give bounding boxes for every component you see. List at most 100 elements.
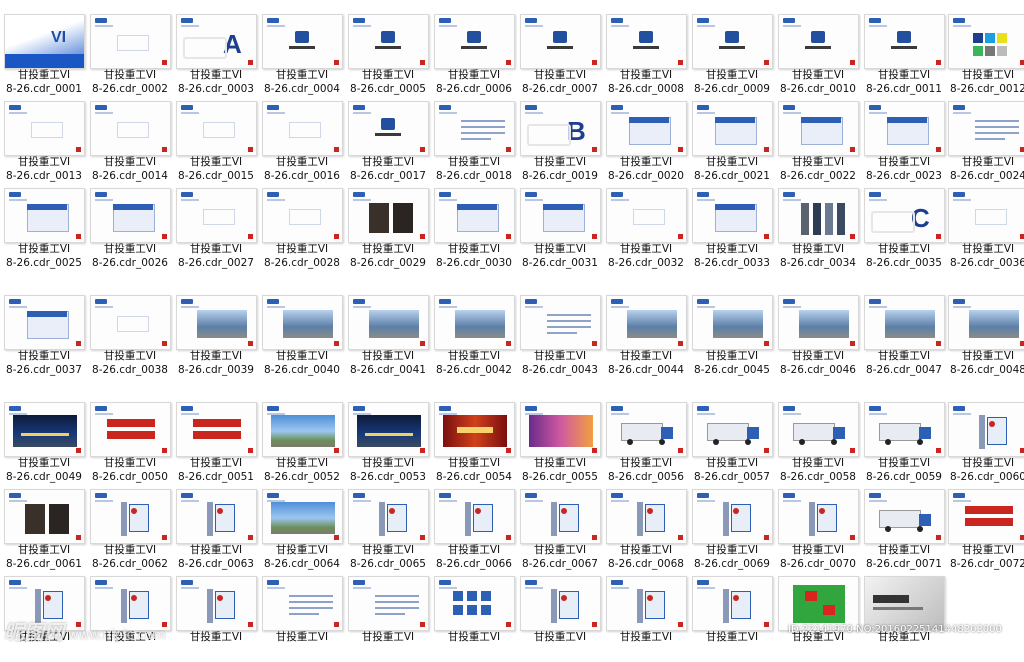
- file-name-line-1[interactable]: 甘投重工VI: [512, 350, 608, 363]
- file-name-line-2[interactable]: 8-26.cdr_0047: [856, 364, 952, 377]
- file-name-line-2[interactable]: 8-26.cdr_0057: [684, 471, 780, 484]
- file-name-line-2[interactable]: 8-26.cdr_0051: [168, 471, 264, 484]
- file-name-line-2[interactable]: 8-26.cdr_0004: [254, 83, 350, 96]
- file-name-line-2[interactable]: 8-26.cdr_0054: [426, 471, 522, 484]
- file-thumbnail-item[interactable]: 甘投重工VI 8-26.cdr_0056: [604, 402, 688, 488]
- file-name-line-2[interactable]: 8-26.cdr_0060: [940, 471, 1024, 484]
- file-thumbnail-image[interactable]: [606, 402, 687, 457]
- file-name-line-1[interactable]: 甘投重工VI: [340, 243, 436, 256]
- file-thumbnail-item[interactable]: 甘投重工VI 8-26.cdr_0015: [174, 101, 258, 187]
- file-thumbnail-item[interactable]: 甘投重工VI 8-26.cdr_0012: [946, 14, 1024, 100]
- file-thumbnail-image[interactable]: [348, 188, 429, 243]
- file-thumbnail-image[interactable]: B: [520, 101, 601, 156]
- file-name-line-1[interactable]: 甘投重工VI: [856, 350, 952, 363]
- file-thumbnail-image[interactable]: [520, 295, 601, 350]
- file-name-line-1[interactable]: 甘投重工VI: [340, 156, 436, 169]
- file-name-line-1[interactable]: 甘投重工VI: [0, 544, 92, 557]
- file-name-line-2[interactable]: 8-26.cdr_0059: [856, 471, 952, 484]
- file-name-line-1[interactable]: 甘投重工VI: [82, 544, 178, 557]
- file-thumbnail-item[interactable]: 甘投重工VI: [690, 576, 774, 662]
- file-name-line-1[interactable]: 甘投重工VI: [856, 457, 952, 470]
- file-thumbnail-item[interactable]: 甘投重工VI 8-26.cdr_0050: [88, 402, 172, 488]
- file-name-line-2[interactable]: 8-26.cdr_0045: [684, 364, 780, 377]
- file-name-line-1[interactable]: 甘投重工VI: [168, 631, 264, 644]
- file-thumbnail-image[interactable]: [434, 188, 515, 243]
- file-thumbnail-image[interactable]: [692, 14, 773, 69]
- file-thumbnail-image[interactable]: [434, 101, 515, 156]
- file-name-line-2[interactable]: 8-26.cdr_0017: [340, 170, 436, 183]
- file-thumbnail-image[interactable]: [606, 188, 687, 243]
- file-name-line-2[interactable]: 8-26.cdr_0007: [512, 83, 608, 96]
- file-thumbnail-item[interactable]: 甘投重工VI: [604, 576, 688, 662]
- file-thumbnail-image[interactable]: [176, 101, 257, 156]
- file-name-line-1[interactable]: 甘投重工VI: [168, 69, 264, 82]
- file-name-line-2[interactable]: 8-26.cdr_0022: [770, 170, 866, 183]
- file-thumbnail-image[interactable]: [606, 101, 687, 156]
- file-thumbnail-image[interactable]: [520, 402, 601, 457]
- file-name-line-1[interactable]: 甘投重工VI: [426, 544, 522, 557]
- file-thumbnail-image[interactable]: [434, 295, 515, 350]
- file-name-line-2[interactable]: 8-26.cdr_0016: [254, 170, 350, 183]
- file-thumbnail-item[interactable]: 甘投重工VI 8-26.cdr_0034: [776, 188, 860, 274]
- file-thumbnail-item[interactable]: 甘投重工VI 8-26.cdr_0033: [690, 188, 774, 274]
- file-thumbnail-image[interactable]: [778, 295, 859, 350]
- file-name-line-2[interactable]: 8-26.cdr_0013: [0, 170, 92, 183]
- file-thumbnail-image[interactable]: [176, 576, 257, 631]
- file-thumbnail-item[interactable]: 甘投重工VI 8-26.cdr_0063: [174, 489, 258, 575]
- file-thumbnail-item[interactable]: 甘投重工VI 8-26.cdr_0030: [432, 188, 516, 274]
- file-name-line-2[interactable]: 8-26.cdr_0019: [512, 170, 608, 183]
- file-name-line-1[interactable]: 甘投重工VI: [340, 544, 436, 557]
- file-thumbnail-item[interactable]: 甘投重工VI 8-26.cdr_0044: [604, 295, 688, 381]
- file-thumbnail-image[interactable]: [262, 402, 343, 457]
- file-name-line-1[interactable]: 甘投重工VI: [512, 631, 608, 644]
- file-thumbnail-image[interactable]: [434, 489, 515, 544]
- file-thumbnail-item[interactable]: 甘投重工VI 8-26.cdr_0007: [518, 14, 602, 100]
- file-name-line-1[interactable]: 甘投重工VI: [512, 243, 608, 256]
- file-thumbnail-image[interactable]: [864, 295, 945, 350]
- file-name-line-2[interactable]: 8-26.cdr_0052: [254, 471, 350, 484]
- file-thumbnail-image[interactable]: [262, 489, 343, 544]
- file-thumbnail-image[interactable]: [176, 402, 257, 457]
- file-thumbnail-image[interactable]: [348, 101, 429, 156]
- file-name-line-1[interactable]: 甘投重工VI: [0, 156, 92, 169]
- file-thumbnail-image[interactable]: [348, 489, 429, 544]
- file-thumbnail-image[interactable]: [262, 188, 343, 243]
- file-name-line-2[interactable]: 8-26.cdr_0072: [940, 558, 1024, 571]
- file-thumbnail-item[interactable]: 甘投重工VI 8-26.cdr_0060: [946, 402, 1024, 488]
- file-name-line-1[interactable]: 甘投重工VI: [684, 69, 780, 82]
- file-name-line-1[interactable]: 甘投重工VI: [168, 457, 264, 470]
- file-name-line-1[interactable]: 甘投重工VI: [168, 350, 264, 363]
- file-thumbnail-item[interactable]: 甘投重工VI 8-26.cdr_0057: [690, 402, 774, 488]
- file-thumbnail-image[interactable]: [692, 188, 773, 243]
- file-thumbnail-item[interactable]: 甘投重工VI 8-26.cdr_0061: [2, 489, 86, 575]
- file-thumbnail-image[interactable]: [176, 188, 257, 243]
- file-thumbnail-item[interactable]: 甘投重工VI 8-26.cdr_0052: [260, 402, 344, 488]
- file-name-line-1[interactable]: 甘投重工VI: [426, 631, 522, 644]
- file-thumbnail-item[interactable]: 甘投重工VI 8-26.cdr_0018: [432, 101, 516, 187]
- file-name-line-2[interactable]: 8-26.cdr_0026: [82, 257, 178, 270]
- file-name-line-1[interactable]: 甘投重工VI: [82, 156, 178, 169]
- file-name-line-2[interactable]: 8-26.cdr_0025: [0, 257, 92, 270]
- file-name-line-2[interactable]: 8-26.cdr_0050: [82, 471, 178, 484]
- file-name-line-2[interactable]: 8-26.cdr_0048: [940, 364, 1024, 377]
- file-name-line-1[interactable]: 甘投重工VI: [254, 243, 350, 256]
- file-name-line-1[interactable]: 甘投重工VI: [684, 457, 780, 470]
- file-thumbnail-item[interactable]: A 甘投重工VI 8-26.cdr_0003: [174, 14, 258, 100]
- file-thumbnail-item[interactable]: 甘投重工VI 8-26.cdr_0036: [946, 188, 1024, 274]
- file-thumbnail-item[interactable]: 甘投重工VI 8-26.cdr_0014: [88, 101, 172, 187]
- file-name-line-1[interactable]: 甘投重工VI: [426, 457, 522, 470]
- file-name-line-1[interactable]: 甘投重工VI: [254, 69, 350, 82]
- file-thumbnail-item[interactable]: 甘投重工VI 8-26.cdr_0049: [2, 402, 86, 488]
- file-thumbnail-image[interactable]: [348, 295, 429, 350]
- file-thumbnail-image[interactable]: [864, 14, 945, 69]
- file-thumbnail-item[interactable]: 甘投重工VI 8-26.cdr_0021: [690, 101, 774, 187]
- file-thumbnail-item[interactable]: 甘投重工VI 8-26.cdr_0022: [776, 101, 860, 187]
- file-name-line-2[interactable]: 8-26.cdr_0033: [684, 257, 780, 270]
- file-name-line-1[interactable]: 甘投重工VI: [426, 350, 522, 363]
- file-name-line-1[interactable]: 甘投重工VI: [82, 69, 178, 82]
- file-thumbnail-item[interactable]: 甘投重工VI 8-26.cdr_0047: [862, 295, 946, 381]
- file-name-line-1[interactable]: 甘投重工VI: [0, 69, 92, 82]
- file-thumbnail-item[interactable]: 甘投重工VI 8-26.cdr_0066: [432, 489, 516, 575]
- file-name-line-2[interactable]: 8-26.cdr_0056: [598, 471, 694, 484]
- file-name-line-2[interactable]: 8-26.cdr_0071: [856, 558, 952, 571]
